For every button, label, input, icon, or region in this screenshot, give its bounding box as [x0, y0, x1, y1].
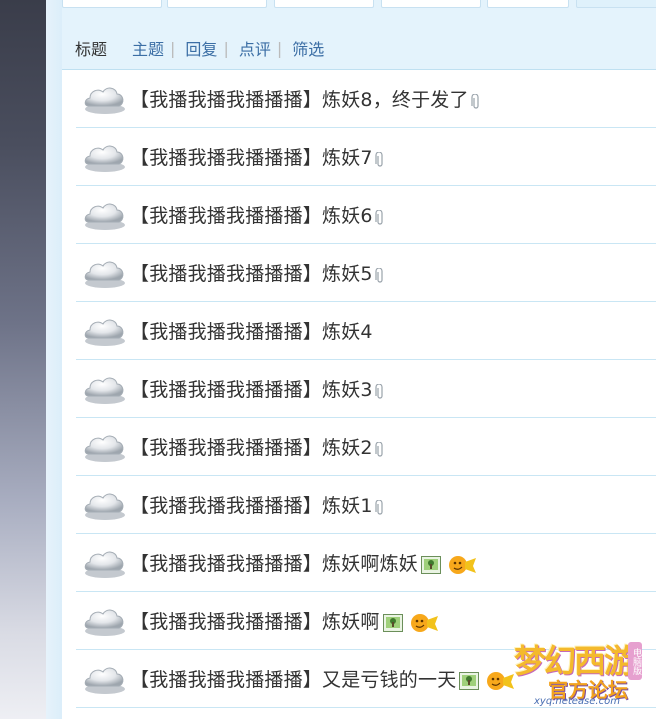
- thread-title-link[interactable]: 【我播我播我播播播】炼妖啊炼妖: [130, 549, 477, 576]
- filter-topic-link[interactable]: 主题: [132, 36, 164, 60]
- image-attachment-icon: [382, 613, 403, 632]
- thread-title-link[interactable]: 【我播我播我播播播】又是亏钱的一天: [130, 665, 515, 692]
- filter-separator: |: [276, 38, 283, 58]
- top-tab-1[interactable]: [62, 0, 162, 8]
- thread-status-cloud-icon: [80, 137, 128, 177]
- filter-separator: |: [223, 38, 229, 58]
- thread-title-link[interactable]: 【我播我播我播播播】炼妖3: [130, 375, 385, 402]
- filter-reply-link[interactable]: 回复: [185, 36, 217, 60]
- thread-title-text: 【我播我播我播播播】炼妖2: [130, 437, 373, 459]
- thread-title-link[interactable]: 【我播我播我播播播】炼妖4: [130, 317, 373, 344]
- hot-thread-emoticon-icon: [447, 554, 477, 576]
- attachment-paperclip-icon: [375, 440, 385, 457]
- attachment-paperclip-icon: [375, 498, 385, 515]
- attachment-paperclip-icon: [375, 266, 385, 283]
- top-tab-2[interactable]: [167, 0, 267, 8]
- thread-title-text: 【我播我播我播播播】炼妖啊: [130, 611, 380, 633]
- thread-status-cloud-icon: [80, 195, 128, 235]
- page-background-left: [0, 0, 62, 719]
- filter-comment-link[interactable]: 点评: [239, 36, 271, 60]
- filter-label: 标题: [75, 40, 108, 59]
- thread-row[interactable]: 【我播我播我播播播】炼妖4: [76, 302, 656, 360]
- top-tab-4[interactable]: [381, 0, 481, 8]
- thread-title-link[interactable]: 【我播我播我播播播】炼妖2: [130, 433, 385, 460]
- thread-status-cloud-icon: [80, 253, 128, 293]
- filter-bar: 标题 主题 | 回复 | 点评 | 筛选: [75, 35, 324, 61]
- thread-title-link[interactable]: 【我播我播我播播播】炼妖5: [130, 259, 385, 286]
- thread-row[interactable]: 【我播我播我播播播】炼妖6: [76, 186, 656, 244]
- thread-title-text: 【我播我播我播播播】炼妖7: [130, 147, 373, 169]
- hot-thread-emoticon-icon: [409, 612, 439, 634]
- filter-screen-link[interactable]: 筛选: [292, 36, 324, 60]
- thread-status-cloud-icon: [80, 543, 128, 583]
- top-tab-6[interactable]: [576, 0, 656, 8]
- thread-title-text: 【我播我播我播播播】又是亏钱的一天: [130, 669, 457, 691]
- thread-title-link[interactable]: 【我播我播我播播播】炼妖啊: [130, 607, 439, 634]
- thread-title-text: 【我播我播我播播播】炼妖5: [130, 263, 373, 285]
- attachment-paperclip-icon: [375, 208, 385, 225]
- thread-title-text: 【我播我播我播播播】炼妖啊炼妖: [130, 553, 419, 575]
- thread-title-text: 【我播我播我播播播】炼妖3: [130, 379, 373, 401]
- thread-title-text: 【我播我播我播播播】炼妖6: [130, 205, 373, 227]
- thread-status-cloud-icon: [80, 311, 128, 351]
- thread-row[interactable]: 【我播我播我播播播】炼妖啊炼妖: [76, 534, 656, 592]
- thread-status-cloud-icon: [80, 485, 128, 525]
- attachment-paperclip-icon: [471, 92, 481, 109]
- thread-title-text: 【我播我播我播播播】炼妖8，终于发了: [130, 89, 469, 111]
- thread-title-text: 【我播我播我播播播】炼妖4: [130, 321, 373, 343]
- filter-separator: |: [170, 38, 176, 58]
- logo-badge: 电脑版: [628, 642, 642, 680]
- thread-row[interactable]: 【我播我播我播播播】炼妖8，终于发了: [76, 70, 656, 128]
- attachment-paperclip-icon: [375, 150, 385, 167]
- thread-row[interactable]: 【我播我播我播播播】炼妖5: [76, 244, 656, 302]
- thread-status-cloud-icon: [80, 79, 128, 119]
- thread-status-cloud-icon: [80, 369, 128, 409]
- top-tab-5[interactable]: [487, 0, 569, 8]
- thread-title-link[interactable]: 【我播我播我播播播】炼妖7: [130, 143, 385, 170]
- attachment-paperclip-icon: [375, 382, 385, 399]
- logo-url: xyq.netease.com: [534, 696, 620, 707]
- thread-title-text: 【我播我播我播播播】炼妖1: [130, 495, 373, 517]
- top-tab-3[interactable]: [274, 0, 374, 8]
- thread-row[interactable]: 【我播我播我播播播】炼妖1: [76, 476, 656, 534]
- thread-title-link[interactable]: 【我播我播我播播播】炼妖1: [130, 491, 385, 518]
- image-attachment-icon: [459, 671, 480, 690]
- thread-list: 【我播我播我播播播】炼妖8，终于发了 【我播我播我播播播】炼妖7 【我播我播我播播播…: [76, 70, 656, 708]
- thread-row[interactable]: 【我播我播我播播播】炼妖2: [76, 418, 656, 476]
- thread-row[interactable]: 【我播我播我播播播】炼妖3: [76, 360, 656, 418]
- image-attachment-icon: [421, 555, 442, 574]
- thread-status-cloud-icon: [80, 601, 128, 641]
- thread-row[interactable]: 【我播我播我播播播】炼妖7: [76, 128, 656, 186]
- thread-title-link[interactable]: 【我播我播我播播播】炼妖6: [130, 201, 385, 228]
- thread-title-link[interactable]: 【我播我播我播播播】炼妖8，终于发了: [130, 85, 481, 112]
- forum-watermark-logo: 梦幻西游 电脑版 官方论坛 xyq.netease.com: [508, 630, 648, 716]
- thread-status-cloud-icon: [80, 659, 128, 699]
- thread-status-cloud-icon: [80, 427, 128, 467]
